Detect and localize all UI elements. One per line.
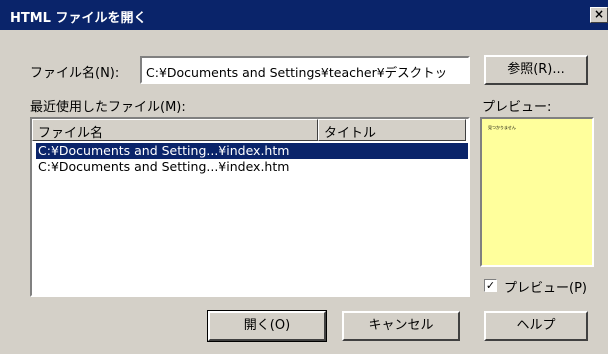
checkmark-icon: ✓ — [485, 279, 496, 292]
filename-input[interactable]: C:¥Documents and Settings¥teacher¥デスクトッ — [140, 56, 470, 84]
list-item[interactable]: C:¥Documents and Setting...¥index.htm — [36, 159, 468, 175]
filename-label: ファイル名(N): — [30, 66, 120, 81]
column-header-filename[interactable]: ファイル名 — [32, 119, 318, 141]
browse-button[interactable]: 参照(R)... — [484, 55, 588, 85]
column-header-title[interactable]: タイトル — [318, 119, 466, 141]
close-button[interactable]: × — [590, 7, 608, 23]
help-button[interactable]: ヘルプ — [484, 311, 588, 341]
preview-content-text: 見つかりません — [488, 125, 516, 130]
preview-label: プレビュー: — [482, 100, 552, 115]
close-icon: × — [593, 7, 605, 21]
cancel-button[interactable]: キャンセル — [342, 311, 460, 341]
open-button[interactable]: 開く(O) — [207, 310, 327, 342]
preview-checkbox-label[interactable]: プレビュー(P) — [504, 277, 587, 296]
list-item[interactable]: C:¥Documents and Setting...¥index.htm — [36, 143, 468, 159]
preview-pane: 見つかりません — [480, 117, 594, 267]
window-title: HTML ファイルを開く — [10, 11, 147, 26]
recent-files-list[interactable]: ファイル名 タイトル C:¥Documents and Setting...¥i… — [30, 117, 470, 297]
preview-checkbox[interactable]: ✓ — [484, 279, 497, 292]
recent-files-label: 最近使用したファイル(M): — [30, 100, 186, 115]
